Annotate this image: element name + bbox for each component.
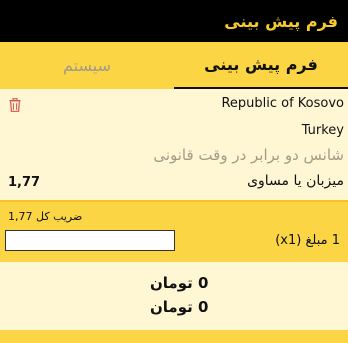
selection-name: میزبان یا مساوی xyxy=(247,173,344,189)
tab-bet-form[interactable]: فرم پیش بینی xyxy=(174,42,348,89)
stake-amount-input[interactable] xyxy=(5,230,175,251)
total-odds: ضریب کل 1,77 xyxy=(8,210,82,223)
bet-selection: Republic of Kosovo Turkey شانس دو برابر … xyxy=(0,89,348,200)
payout-panel: 0 تومان 0 تومان xyxy=(0,262,348,332)
event-home-team: Republic of Kosovo xyxy=(221,96,344,111)
bet-slip-app: فرم پیش بینی فرم پیش بینی سیستم Republic… xyxy=(0,0,348,343)
footer-bar xyxy=(0,330,348,343)
trash-icon[interactable] xyxy=(9,97,21,112)
tab-bar: فرم پیش بینی سیستم xyxy=(0,42,348,89)
event-away-team: Turkey xyxy=(301,123,344,138)
tab-system[interactable]: سیستم xyxy=(0,42,174,89)
stake-panel: ضریب کل 1,77 1 مبلغ (x1) xyxy=(0,202,348,262)
payout-amount: 0 تومان xyxy=(150,274,209,292)
selection-odds: 1,77 xyxy=(8,175,41,190)
market-name: شانس دو برابر در وقت قانونی xyxy=(153,146,344,164)
total-odds-label: ضریب کل xyxy=(36,210,83,223)
total-odds-value: 1,77 xyxy=(8,210,33,223)
top-bar: فرم پیش بینی xyxy=(0,0,348,42)
page-title: فرم پیش بینی xyxy=(224,11,338,31)
stake-amount-label: 1 مبلغ (x1) xyxy=(275,233,340,248)
payout-total: 0 تومان xyxy=(150,298,209,316)
